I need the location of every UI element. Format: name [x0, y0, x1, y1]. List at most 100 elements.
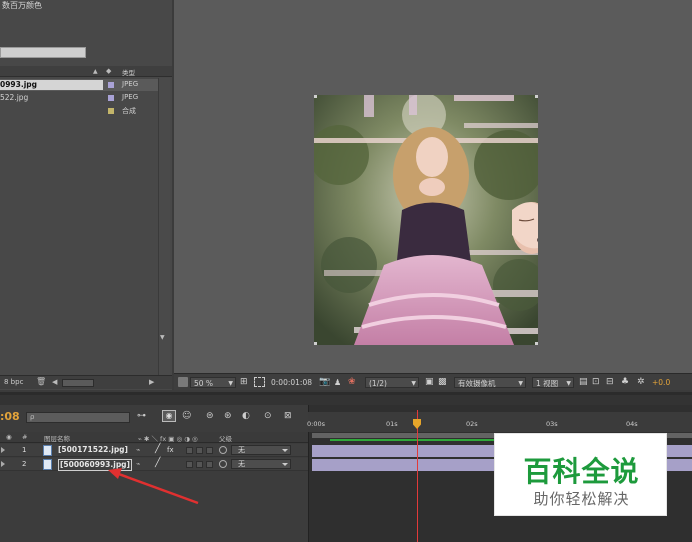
type-column-header[interactable]: 类型	[122, 67, 135, 77]
switch-box[interactable]	[206, 461, 213, 468]
sort-up-icon[interactable]: ▲	[93, 68, 98, 75]
expand-arrow-icon[interactable]	[1, 461, 5, 467]
chevron-down-icon: ▼	[228, 380, 233, 387]
project-hscroll-thumb[interactable]	[62, 379, 94, 387]
toggle-pixel-aspect-icon[interactable]: ▤	[579, 377, 588, 388]
search-icon: ρ	[30, 413, 35, 421]
project-item[interactable]: 522.jpg JPEG	[0, 92, 158, 104]
label-swatch[interactable]	[108, 82, 114, 88]
draft-3d-icon[interactable]: ◉	[162, 410, 176, 422]
label-swatch[interactable]	[108, 95, 114, 101]
parent-value: 无	[238, 446, 245, 454]
brainstorm-icon[interactable]: ◐	[242, 411, 250, 421]
hide-shy-layers-icon[interactable]: ☺	[182, 411, 191, 421]
pickwhip-icon[interactable]	[219, 446, 227, 454]
safe-zones-icon[interactable]: ⊞	[240, 377, 248, 388]
bpc-label[interactable]: 8 bpc	[4, 378, 23, 386]
number-column[interactable]: #	[22, 433, 27, 441]
project-item-name: 522.jpg	[0, 93, 29, 102]
chevron-down-icon: ▼	[566, 380, 571, 387]
quality-slash-icon[interactable]: ╱	[155, 444, 160, 454]
fast-previews-icon[interactable]: ⊡	[592, 377, 600, 388]
resolution-value: (1/2)	[369, 379, 387, 388]
motion-blur-icon[interactable]: ⊛	[224, 411, 232, 421]
frame-blending-icon[interactable]: ⊜	[206, 411, 214, 421]
scroll-right-icon[interactable]: ▶	[149, 378, 154, 386]
flowchart-icon[interactable]: ♣	[621, 377, 629, 388]
resolution-dropdown[interactable]: (1/2) ▼	[365, 377, 419, 388]
layer-row[interactable]: 2 [500060993.jpg] ⌁ ╱ 无	[0, 458, 308, 471]
project-item[interactable]: 合成	[0, 105, 158, 117]
layer-row[interactable]: 1 [500171522.jpg] ⌁ ╱ fx 无	[0, 444, 308, 457]
timeline-icon[interactable]: ⊟	[606, 377, 614, 388]
layer-number: 2	[22, 460, 27, 468]
current-time[interactable]: 0:00:01:08	[271, 377, 312, 388]
label-swatch[interactable]	[108, 108, 114, 114]
exposure-value[interactable]: +0.0	[652, 377, 670, 388]
switch-box[interactable]	[186, 461, 193, 468]
eye-icon[interactable]: ◉	[6, 433, 12, 441]
scroll-down-icon[interactable]: ▼	[160, 334, 165, 341]
comp-mini-flowchart-icon[interactable]: ⊶	[137, 411, 146, 421]
parent-column[interactable]: 父级	[219, 433, 232, 443]
scroll-left-icon[interactable]: ◀	[52, 378, 57, 386]
mask-visibility-icon[interactable]	[254, 377, 265, 387]
graph-editor-icon[interactable]: ⊠	[284, 411, 292, 421]
color-depth-label: 数百万颜色	[2, 1, 42, 10]
switch-box[interactable]	[196, 447, 203, 454]
channel-icon[interactable]: ❀	[348, 377, 356, 388]
project-item[interactable]: 0993.jpg JPEG	[0, 79, 158, 91]
ruler-tick: 04s	[626, 420, 638, 428]
show-snapshot-icon[interactable]: ♟	[334, 377, 341, 388]
composition-frame[interactable]	[314, 95, 538, 345]
trash-icon[interactable]: 🗑	[36, 377, 46, 386]
project-item-name	[0, 106, 103, 116]
camera-dropdown[interactable]: 有效摄像机 ▼	[454, 377, 526, 388]
project-search-input[interactable]	[0, 47, 86, 58]
zoom-dropdown[interactable]: 50 % ▼	[190, 377, 236, 388]
ruler-tick: 02s	[466, 420, 478, 428]
pickwhip-icon[interactable]	[219, 460, 227, 468]
project-column-header: ▲ ◆ 类型	[0, 66, 172, 77]
chevron-down-icon: ▼	[411, 380, 416, 387]
watermark-subtitle: 助你轻松解决	[533, 490, 630, 508]
label-tag-icon[interactable]: ◆	[106, 67, 111, 75]
switch-box[interactable]	[206, 447, 213, 454]
fx-switch[interactable]: fx	[167, 446, 174, 454]
switches-column-icons[interactable]: ⌁ ✱ ＼ fx ▣ ◎ ◑ ◎	[138, 433, 198, 443]
chevron-down-icon: ▼	[518, 380, 523, 387]
exposure-icon[interactable]: ✲	[637, 377, 645, 388]
snapshot-icon[interactable]: 📷	[319, 377, 330, 388]
project-scrollbar[interactable]: ▼	[158, 78, 170, 378]
layer-name-column[interactable]: 图层名称	[44, 433, 70, 443]
viewer-toolbar: 50 % ▼ ⊞ 0:00:01:08 📷 ♟ ❀ (1/2) ▼ ▣ ▩ 有效摄像…	[174, 373, 692, 390]
layer-name[interactable]: [500171522.jpg]	[58, 445, 128, 455]
timeline-timecode[interactable]: :08	[0, 410, 20, 423]
ruler-tick: 01s	[386, 420, 398, 428]
project-item-type: JPEG	[122, 93, 139, 101]
watermark-logo: 百科全说 助你轻松解决	[494, 433, 667, 516]
shy-icon[interactable]: ⌁	[136, 460, 140, 468]
auto-keyframe-icon[interactable]: ⊙	[264, 411, 272, 421]
camera-value: 有效摄像机	[458, 379, 496, 388]
views-dropdown[interactable]: 1 视图 ▼	[532, 377, 574, 388]
switch-box[interactable]	[186, 447, 193, 454]
transparency-grid-icon[interactable]: ▩	[438, 377, 447, 388]
project-item-name: 0993.jpg	[0, 80, 103, 90]
project-bottom-bar: 8 bpc 🗑 ◀ ▶	[0, 375, 172, 389]
composite-photo	[314, 95, 538, 345]
ruler-tick: 0:00s	[307, 420, 325, 428]
project-item-type: 合成	[122, 107, 136, 115]
layer-name[interactable]: [500060993.jpg]	[58, 459, 132, 471]
parent-dropdown[interactable]: 无	[231, 459, 291, 469]
playhead-line[interactable]	[417, 410, 418, 542]
quality-slash-icon[interactable]: ╱	[155, 458, 160, 468]
expand-arrow-icon[interactable]	[1, 447, 5, 453]
always-preview-icon[interactable]	[178, 377, 188, 387]
parent-dropdown[interactable]: 无	[231, 445, 291, 455]
switch-box[interactable]	[196, 461, 203, 468]
shy-icon[interactable]: ⌁	[136, 446, 140, 454]
layer-search-input[interactable]: ρ	[26, 412, 130, 423]
region-of-interest-icon[interactable]: ▣	[425, 377, 434, 388]
layer-number: 1	[22, 446, 27, 454]
